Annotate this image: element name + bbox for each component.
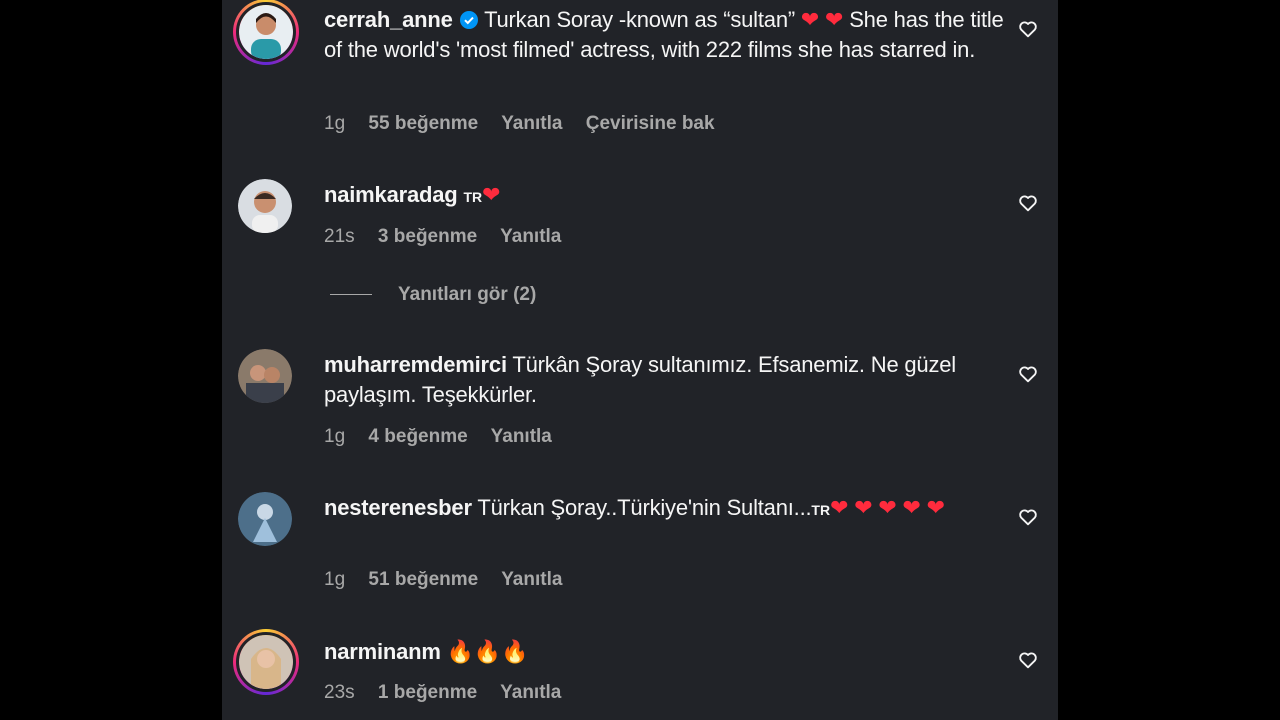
heart-emoji: ❤ ❤ ❤ ❤ ❤ xyxy=(830,495,945,520)
reply-button[interactable]: Yanıtla xyxy=(501,113,562,134)
avatar[interactable] xyxy=(238,492,292,546)
comment-text: cerrah_anne Turkan Soray -known as “sult… xyxy=(324,5,1004,65)
comment-username[interactable]: naimkaradag xyxy=(324,182,458,207)
avatar-image xyxy=(239,635,293,689)
comment-text: muharremdemirci Türkân Şoray sultanımız.… xyxy=(324,350,1004,410)
comment-likes[interactable]: 1 beğenme xyxy=(378,682,477,703)
avatar[interactable] xyxy=(233,629,299,695)
reply-button[interactable]: Yanıtla xyxy=(501,569,562,590)
comment-time: 1g xyxy=(324,113,346,134)
comment-meta: 1g 51 beğenme Yanıtla xyxy=(324,569,580,591)
heart-outline-icon[interactable] xyxy=(1017,363,1039,385)
divider-line xyxy=(330,294,372,296)
comment-time: 1g xyxy=(324,426,346,447)
comment-likes[interactable]: 4 beğenme xyxy=(368,426,467,447)
heart-emoji: ❤ xyxy=(482,182,501,207)
tr-flag-emoji: TR xyxy=(811,502,831,518)
avatar[interactable] xyxy=(238,349,292,403)
avatar[interactable] xyxy=(233,0,299,65)
comment-time: 1g xyxy=(324,569,346,590)
reply-button[interactable]: Yanıtla xyxy=(500,682,561,703)
heart-outline-icon[interactable] xyxy=(1017,18,1039,40)
avatar-image xyxy=(238,179,292,233)
comment-username[interactable]: narminanm xyxy=(324,639,441,664)
comment-username[interactable]: muharremdemirci xyxy=(324,352,507,377)
comment-text: naimkaradag TR❤ xyxy=(324,180,1004,212)
avatar-image xyxy=(239,5,293,59)
comment-body: Turkan Soray -known as “sultan” xyxy=(484,7,801,32)
comment-text: narminanm 🔥🔥🔥 xyxy=(324,637,1004,667)
avatar-image xyxy=(238,492,292,546)
comment-meta: 1g 55 beğenme Yanıtla Çevirisine bak xyxy=(324,113,733,135)
view-replies-button[interactable]: Yanıtları gör (2) xyxy=(330,284,536,306)
translate-button[interactable]: Çevirisine bak xyxy=(586,113,715,134)
tr-flag-emoji: TR xyxy=(463,189,483,205)
comment-text: nesterenesber Türkan Şoray..Türkiye'nin … xyxy=(324,493,1004,525)
avatar[interactable] xyxy=(238,179,292,233)
heart-outline-icon[interactable] xyxy=(1017,506,1039,528)
comment-body: 🔥🔥🔥 xyxy=(446,639,529,664)
heart-outline-icon[interactable] xyxy=(1017,192,1039,214)
heart-outline-icon[interactable] xyxy=(1017,649,1039,671)
comments-panel: cerrah_anne Turkan Soray -known as “sult… xyxy=(222,0,1058,720)
heart-emoji: ❤ ❤ xyxy=(800,7,844,32)
comment-body: Türkan Şoray..Türkiye'nin Sultanı... xyxy=(477,495,812,520)
comment-username[interactable]: nesterenesber xyxy=(324,495,472,520)
comment-meta: 1g 4 beğenme Yanıtla xyxy=(324,426,570,448)
reply-button[interactable]: Yanıtla xyxy=(491,426,552,447)
verified-badge-icon xyxy=(459,11,478,29)
view-replies-label: Yanıtları gör (2) xyxy=(398,284,537,305)
comment-likes[interactable]: 51 beğenme xyxy=(368,569,478,590)
comment-likes[interactable]: 3 beğenme xyxy=(378,226,477,247)
reply-button[interactable]: Yanıtla xyxy=(500,226,561,247)
comment-time: 21s xyxy=(324,226,355,247)
comment-meta: 23s 1 beğenme Yanıtla xyxy=(324,682,579,704)
comment-meta: 21s 3 beğenme Yanıtla xyxy=(324,226,579,248)
comment-username[interactable]: cerrah_anne xyxy=(324,7,453,32)
avatar-image xyxy=(238,349,292,403)
comment-time: 23s xyxy=(324,682,355,703)
comment-likes[interactable]: 55 beğenme xyxy=(368,113,478,134)
